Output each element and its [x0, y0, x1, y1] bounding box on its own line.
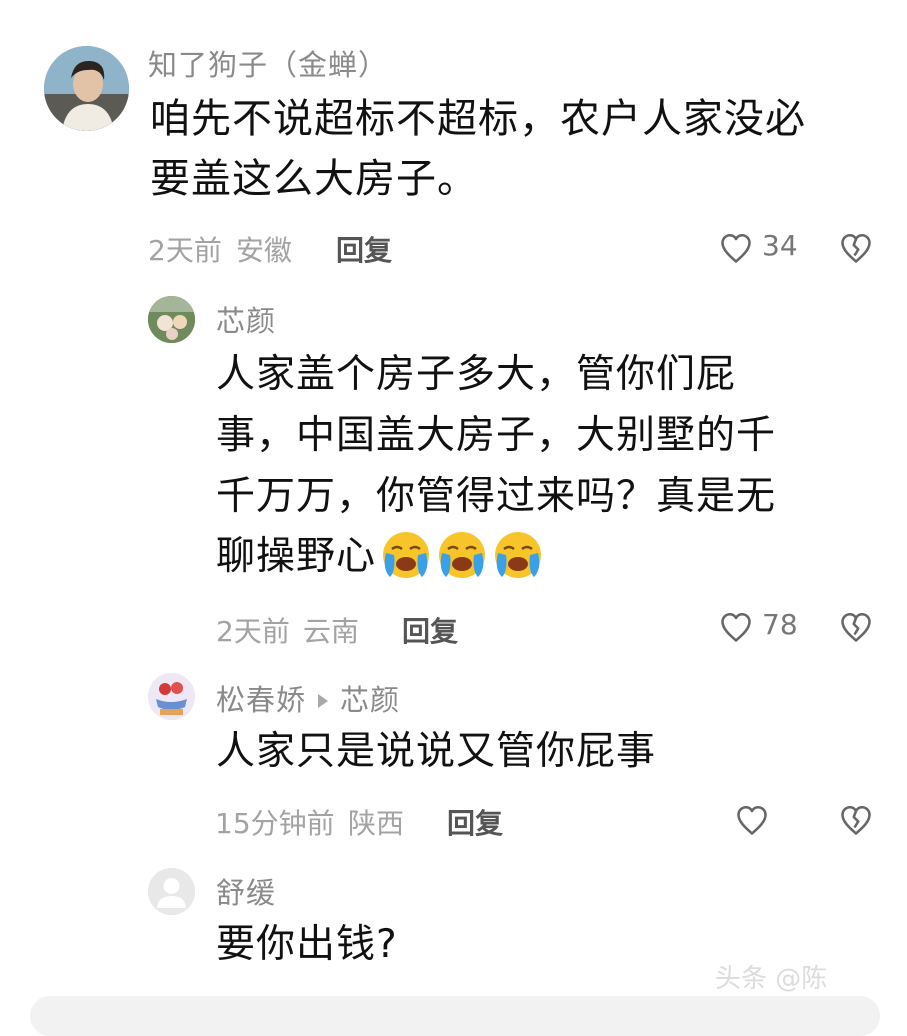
like-count: 34 [762, 229, 798, 262]
comment-text-line: 千万万，你管得过来吗？真是无 [216, 474, 777, 519]
broken-heart-icon[interactable] [837, 802, 875, 838]
comment-text-line: 聊操野心 [216, 534, 377, 579]
comment-author[interactable]: 芯颜 [216, 298, 276, 340]
broken-heart-icon[interactable] [837, 230, 875, 266]
comment-text-line: 要盖这么大房子。 [150, 156, 478, 202]
avatar[interactable] [148, 673, 195, 720]
comment-location: 云南 [303, 615, 360, 648]
comment-timestamp: 2天前 [216, 615, 290, 648]
reply-arrow-icon [318, 693, 329, 708]
user-photo [148, 673, 195, 720]
like-count: 78 [762, 608, 798, 641]
default-avatar-icon[interactable] [148, 868, 195, 915]
comment-author[interactable]: 松春娇 [216, 683, 306, 717]
comment-timestamp: 15分钟前 [215, 807, 335, 840]
watermark: 头条 @陈 [715, 964, 828, 994]
comment-text-line: 要你出钱? [216, 922, 398, 967]
broken-heart-icon[interactable] [837, 609, 875, 645]
bottom-input-bar[interactable] [30, 996, 880, 1036]
comment-location: 安徽 [236, 234, 293, 267]
comment-text-line: 事，中国盖大房子，大别墅的千 [216, 413, 777, 458]
loudly-crying-face-icon [380, 529, 432, 585]
reply-button[interactable]: 回复 [447, 802, 503, 842]
comment-timestamp: 2天前 [148, 234, 222, 267]
reply-header: 松春娇 芯颜 [216, 677, 400, 719]
avatar[interactable] [44, 46, 129, 131]
user-photo [44, 46, 129, 131]
comment-last-line: 聊操野心 [216, 529, 544, 585]
comment-author[interactable]: 知了狗子（金蝉） [148, 42, 388, 84]
loudly-crying-face-icon [436, 529, 488, 585]
comment-text-line: 人家只是说说又管你屁事 [216, 729, 657, 774]
comment-text-line: 人家盖个房子多大，管你们屁 [216, 352, 737, 397]
avatar[interactable] [148, 296, 195, 343]
replied-to-author[interactable]: 芯颜 [340, 683, 400, 717]
heart-outline-icon[interactable] [733, 802, 771, 838]
comment-author[interactable]: 舒缓 [216, 870, 276, 912]
comment-location: 陕西 [348, 807, 405, 840]
heart-outline-icon[interactable] [717, 230, 755, 266]
reply-button[interactable]: 回复 [336, 229, 392, 269]
reply-button[interactable]: 回复 [402, 610, 458, 650]
heart-outline-icon[interactable] [717, 609, 755, 645]
user-photo [148, 296, 195, 343]
comment-text-line: 咱先不说超标不超标，农户人家没必 [150, 96, 806, 142]
loudly-crying-face-icon [492, 529, 544, 585]
